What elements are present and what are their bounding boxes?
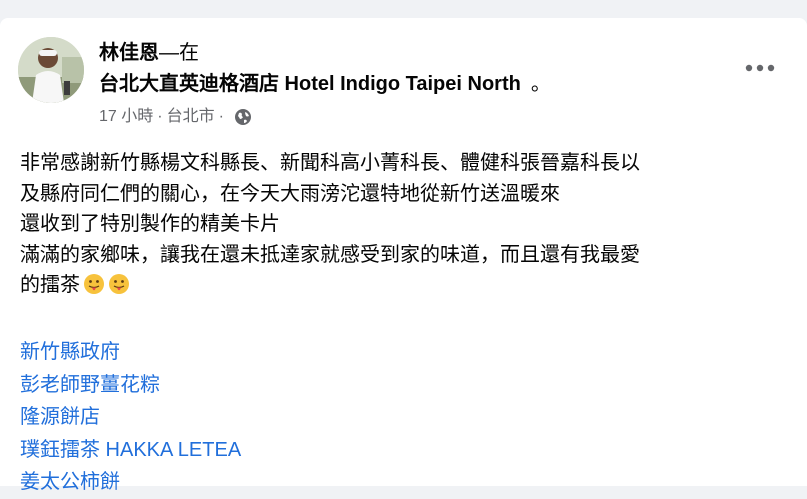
post-text-line: 及縣府同仁們的關心，在今天大雨滂沱還特地從新竹送溫暖來 bbox=[20, 182, 560, 205]
post-body: 非常感謝新竹縣楊文科縣長、新聞科高小菁科長、體健科張晉嘉科長以 及縣府同仁們的關… bbox=[20, 148, 795, 301]
tag-link[interactable]: 隆源餅店 bbox=[20, 401, 100, 434]
post-card: 林佳恩—在 台北大直英迪格酒店 Hotel Indigo Taipei Nort… bbox=[0, 18, 807, 493]
meta-separator: · bbox=[157, 108, 163, 125]
tag-link[interactable]: 彭老師野薑花粽 bbox=[20, 369, 160, 402]
tag-link[interactable]: 璞鈺擂茶 HAKKA LETEA bbox=[20, 434, 241, 467]
post-text-line: 還收到了特別製作的精美卡片 bbox=[20, 213, 280, 236]
author-name[interactable]: 林佳恩 bbox=[99, 42, 159, 64]
post-text-last-line: 的擂茶 bbox=[20, 270, 795, 301]
place-suffix: 。 bbox=[530, 73, 551, 95]
post-meta: 17 小時 · 台北市 · bbox=[99, 106, 252, 128]
tongue-out-emoji bbox=[83, 273, 105, 295]
author-line: 林佳恩—在 bbox=[99, 40, 199, 66]
post-text-line: 滿滿的家鄉味，讓我在還未抵達家就感受到家的味道，而且還有我最愛 bbox=[20, 243, 640, 266]
tag-link[interactable]: 姜太公柿餅 bbox=[20, 466, 120, 499]
avatar[interactable] bbox=[18, 37, 84, 103]
tag-link[interactable]: 新竹縣政府 bbox=[20, 336, 120, 369]
at-separator: —在 bbox=[159, 42, 199, 64]
post-timestamp[interactable]: 17 小時 bbox=[99, 106, 153, 128]
post-text-line: 的擂茶 bbox=[20, 274, 80, 297]
more-options-icon bbox=[745, 64, 775, 72]
place-link[interactable]: 台北大直英迪格酒店 Hotel Indigo Taipei North bbox=[99, 73, 521, 95]
globe-icon[interactable] bbox=[234, 108, 252, 126]
post-location[interactable]: 台北市 bbox=[167, 106, 215, 128]
more-options-button[interactable] bbox=[738, 50, 782, 86]
check-in-place: 台北大直英迪格酒店 Hotel Indigo Taipei North 。 bbox=[99, 70, 551, 98]
tagged-pages: 新竹縣政府 彭老師野薑花粽 隆源餅店 璞鈺擂茶 HAKKA LETEA 姜太公柿… bbox=[20, 336, 720, 499]
meta-separator-2: · bbox=[218, 108, 224, 125]
post-text-line: 非常感謝新竹縣楊文科縣長、新聞科高小菁科長、體健科張晉嘉科長以 bbox=[20, 152, 640, 174]
tongue-out-emoji bbox=[108, 273, 130, 295]
